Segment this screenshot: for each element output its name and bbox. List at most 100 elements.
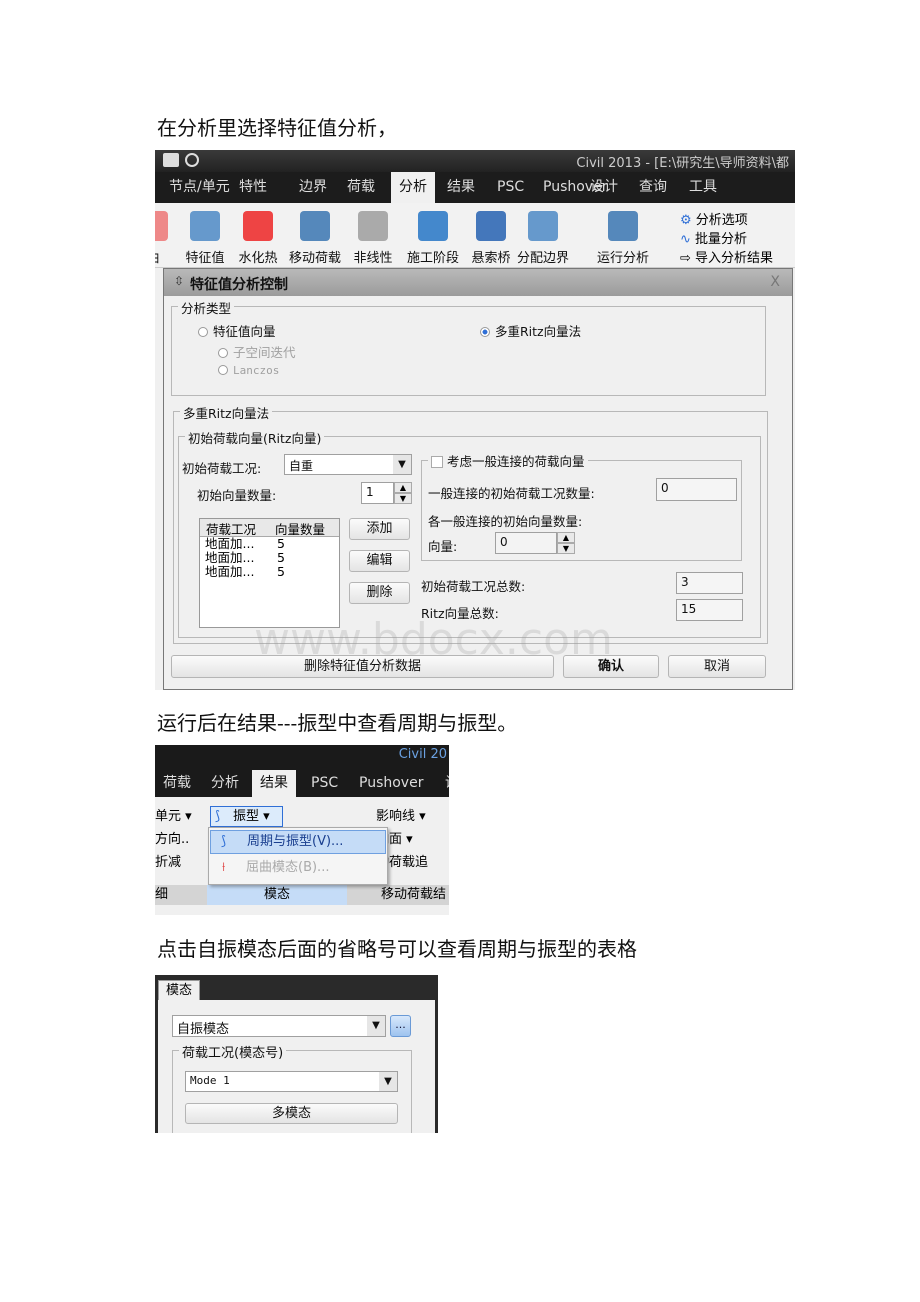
ribbon-button-8[interactable]: 运行分析 <box>595 211 651 266</box>
list-header: 荷载工况 向量数量 <box>200 519 339 537</box>
group-label: 分析类型 <box>178 298 235 317</box>
screenshot-results-menu: Civil 20 荷载分析结果 PSCPushover设 单元 ▾ 方向.. 折减… <box>155 745 449 915</box>
tab-0[interactable]: 节点/单元 <box>161 172 238 203</box>
delete-eigen-data-button[interactable]: 删除特征值分析数据 <box>171 655 554 678</box>
ribbon-button-1[interactable]: 特征值 <box>177 211 233 266</box>
paragraph-2: 运行后在结果---振型中查看周期与振型。 <box>157 711 518 735</box>
ribbon-button-4[interactable]: 非线性 <box>345 211 401 266</box>
mode-shape-icon: ⟆ <box>221 834 227 849</box>
tab-8[interactable]: 设计 <box>582 172 626 203</box>
mode-shape-icon: ⟆ <box>215 809 221 824</box>
group-labels: 细 模态 移动荷载结 <box>155 885 449 905</box>
print-icon[interactable] <box>163 153 179 167</box>
tab-2[interactable]: 边界 <box>291 172 335 203</box>
general-link-group: 考虑一般连接的荷载向量 一般连接的初始荷载工况数量: 0 各一般连接的初始向量数… <box>421 451 742 561</box>
tab-4[interactable]: Pushover <box>351 770 431 797</box>
import-icon: ⇨ <box>680 251 696 266</box>
initial-case-select[interactable]: 自重 ▼ <box>284 454 412 475</box>
ribbon-icon <box>528 211 558 241</box>
tab-9[interactable]: 查询 <box>631 172 675 203</box>
ribbon-button-6[interactable]: 悬索桥 <box>463 211 519 266</box>
spin-down[interactable]: ▼ <box>557 543 575 554</box>
ribbon-icon <box>418 211 448 241</box>
tab-3[interactable]: 荷载 <box>339 172 383 203</box>
close-button[interactable]: X <box>770 274 780 290</box>
import-results[interactable]: ⇨ 导入分析结果 <box>680 249 773 268</box>
edit-button[interactable]: 编辑 <box>349 550 410 572</box>
tab-10[interactable]: 工具 <box>681 172 725 203</box>
ribbon-icon <box>300 211 330 241</box>
tab-3[interactable]: PSC <box>303 770 346 797</box>
menu-tabs: 节点/单元 特性 边界 荷载 分析 结果 PSC Pushover 设计 查询 工具 <box>155 172 795 203</box>
radio-eigen-vector[interactable]: 特征值向量 <box>198 321 276 340</box>
tab-1[interactable]: 特性 <box>231 172 275 203</box>
tab-mode[interactable]: 模态 <box>158 980 200 1001</box>
list-item[interactable]: 地面加... 5 <box>205 551 339 565</box>
title-bar: Civil 20 <box>155 745 449 770</box>
ellipsis-button[interactable]: ... <box>390 1015 411 1037</box>
ribbon-button-2[interactable]: 水化热 <box>230 211 286 266</box>
radio-lanczos[interactable]: Lanczos <box>218 364 279 377</box>
initial-case-label: 初始荷载工况: <box>182 461 262 476</box>
screenshot-mode-panel: 模态 自振模态 ▼ ... 荷载工况(模态号) Mode 1 ▼ 多模态 <box>155 975 438 1133</box>
preview-icon[interactable] <box>185 153 199 167</box>
load-case-group: 荷载工况(模态号) Mode 1 ▼ 多模态 <box>172 1042 412 1133</box>
menu-item-buckling[interactable]: ⟊ 屈曲模态(B)... <box>210 857 386 881</box>
dialog-title: 特征值分析控制 <box>190 277 288 293</box>
mode-shape-button[interactable]: ⟆ 振型 ▾ <box>210 806 283 827</box>
cancel-button[interactable]: 取消 <box>668 655 766 678</box>
ribbon-button-7[interactable]: 分配边界 <box>515 211 571 266</box>
chevron-down-icon: ▼ <box>393 455 411 474</box>
window-title: Civil 2013 - [E:\研究生\导师资料\都 <box>576 156 789 171</box>
ritz-group: 多重Ritz向量法 初始荷载向量(Ritz向量) 初始荷载工况: 自重 ▼ 初始向… <box>173 403 768 644</box>
spin-up[interactable]: ▲ <box>557 532 575 543</box>
radio-subspace[interactable]: 子空间迭代 <box>218 342 296 361</box>
tab-6[interactable]: PSC <box>489 172 532 203</box>
vibration-mode-select[interactable]: 自振模态 ▼ <box>172 1015 386 1037</box>
multi-mode-button[interactable]: 多模态 <box>185 1103 398 1124</box>
mode-shape-menu: ⟆ 周期与振型(V)... ⟊ 屈曲模态(B)... <box>208 827 388 885</box>
menu-tabs: 荷载分析结果 PSCPushover设 <box>155 770 449 797</box>
ribbon-item[interactable]: 方向.. <box>155 828 192 851</box>
dialog-header: ⇳ 特征值分析控制 X <box>164 269 792 296</box>
ribbon-icon <box>358 211 388 241</box>
ribbon-icon <box>155 211 168 241</box>
options-icon: ⚙ <box>680 213 696 228</box>
analysis-type-group: 分析类型 特征值向量 子空间迭代 Lanczos 多重Ritz向量法 <box>171 298 766 396</box>
delete-button[interactable]: 删除 <box>349 582 410 604</box>
initial-count-input[interactable]: 1 <box>361 482 394 504</box>
title-bar: Civil 2013 - [E:\研究生\导师资料\都 <box>155 150 795 172</box>
tab-5[interactable]: 结果 <box>439 172 483 203</box>
add-button[interactable]: 添加 <box>349 518 410 540</box>
list-item[interactable]: 地面加... 5 <box>205 537 339 551</box>
mode-number-select[interactable]: Mode 1 ▼ <box>185 1071 398 1092</box>
ribbon: ⚙ 分析选项 ∿ 批量分析 ⇨ 导入分析结果 曲特征值水化热移动荷载非线性施工阶… <box>155 203 795 268</box>
ok-button[interactable]: 确认 <box>563 655 659 678</box>
left-ribbon-items: 单元 ▾ 方向.. 折减 <box>155 805 192 874</box>
spin-down[interactable]: ▼ <box>394 493 412 504</box>
radio-ritz[interactable]: 多重Ritz向量法 <box>480 321 581 340</box>
tab-2[interactable]: 结果 <box>252 770 296 797</box>
eigen-dialog: ⇳ 特征值分析控制 X 分析类型 特征值向量 子空间迭代 Lanczos 多重R… <box>163 268 793 690</box>
ribbon-button-3[interactable]: 移动荷载 <box>287 211 343 266</box>
load-case-list[interactable]: 荷载工况 向量数量 地面加... 5 地面加... 5 地面加... 5 <box>199 518 340 628</box>
analysis-options[interactable]: ⚙ 分析选项 <box>680 211 773 230</box>
ribbon-item[interactable]: 影响线 ▾ <box>376 805 449 828</box>
collapse-icon[interactable]: ⇳ <box>174 274 184 288</box>
general-case-count[interactable]: 0 <box>656 478 737 501</box>
ribbon-item[interactable]: 单元 ▾ <box>155 805 192 828</box>
tab-5[interactable]: 设 <box>437 770 449 797</box>
general-link-checkbox[interactable]: 考虑一般连接的荷载向量 <box>428 451 588 470</box>
list-item[interactable]: 地面加... 5 <box>205 565 339 579</box>
batch-analysis[interactable]: ∿ 批量分析 <box>680 230 773 249</box>
menu-item-period-mode[interactable]: ⟆ 周期与振型(V)... <box>210 830 386 854</box>
ribbon-button-5[interactable]: 施工阶段 <box>405 211 461 266</box>
tab-1[interactable]: 分析 <box>203 770 247 797</box>
chevron-down-icon: ▼ <box>367 1016 385 1036</box>
vector-input[interactable]: 0 <box>495 532 557 554</box>
spin-up[interactable]: ▲ <box>394 482 412 493</box>
tab-4[interactable]: 分析 <box>391 172 435 203</box>
tab-0[interactable]: 荷载 <box>155 770 199 797</box>
ribbon-small-list: ⚙ 分析选项 ∿ 批量分析 ⇨ 导入分析结果 <box>680 211 773 268</box>
ribbon-item[interactable]: 折减 <box>155 851 192 874</box>
